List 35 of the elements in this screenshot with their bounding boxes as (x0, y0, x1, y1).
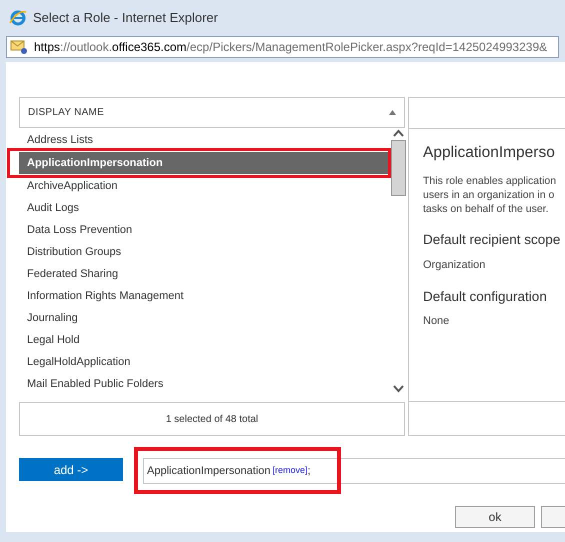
role-list-item[interactable]: Address Lists (19, 129, 391, 151)
selected-role: ApplicationImpersonation (147, 464, 271, 479)
role-list-item[interactable]: Audit Logs (19, 197, 391, 219)
envelope-icon (10, 39, 28, 55)
add-button[interactable]: add -> (19, 458, 123, 481)
role-list-item[interactable]: Distribution Groups (19, 241, 391, 263)
separator: ; (308, 464, 311, 479)
role-list-item[interactable]: Information Rights Management (19, 285, 391, 307)
url-text: https://outlook.office365.com/ecp/Pickers/ManagementRolePicker.aspx?reqId=1425024993239& (34, 39, 548, 56)
section-heading: Default recipient scope (423, 231, 562, 250)
ok-button[interactable]: ok (455, 506, 535, 528)
section-heading: Default configuration (423, 288, 548, 306)
role-list-item[interactable]: Data Loss Prevention (19, 219, 391, 241)
role-list-item[interactable]: ApplicationImpersonation (19, 152, 388, 174)
scroll-up-icon[interactable] (393, 129, 404, 137)
browser-logo-icon (9, 9, 27, 27)
role-list-item[interactable]: Journaling (19, 307, 391, 329)
section-value: Organization (423, 258, 486, 272)
remove-link[interactable]: [remove] (272, 464, 308, 478)
column-header[interactable]: DISPLAY NAME (19, 97, 405, 128)
role-list-item[interactable]: LegalHoldApplication (19, 351, 391, 373)
scroll-down-icon[interactable] (393, 385, 404, 393)
status-bar: 1 selected of 48 total (19, 402, 405, 436)
selected-roles-field[interactable]: ApplicationImpersonation [remove]; (143, 458, 565, 484)
scrollbar-thumb[interactable] (391, 140, 406, 196)
sort-ascending-icon (389, 110, 396, 115)
role-list-item[interactable]: Federated Sharing (19, 263, 391, 285)
role-list-item[interactable]: Legal Hold (19, 329, 391, 351)
window-title: Select a Role - Internet Explorer (33, 9, 218, 28)
details-title: ApplicationImperso (423, 143, 556, 163)
section-value: None (423, 314, 450, 330)
role-list-item[interactable]: Mail Enabled Public Folders (19, 373, 391, 395)
address-bar[interactable]: https://outlook.office365.com/ecp/Pickers/ManagementRolePicker.aspx?reqId=1425024993239& (6, 36, 559, 58)
role-description: This role enables application users in an organization in o tasks on behalf of the user. (423, 174, 558, 216)
role-list-item[interactable]: ArchiveApplication (19, 175, 391, 197)
